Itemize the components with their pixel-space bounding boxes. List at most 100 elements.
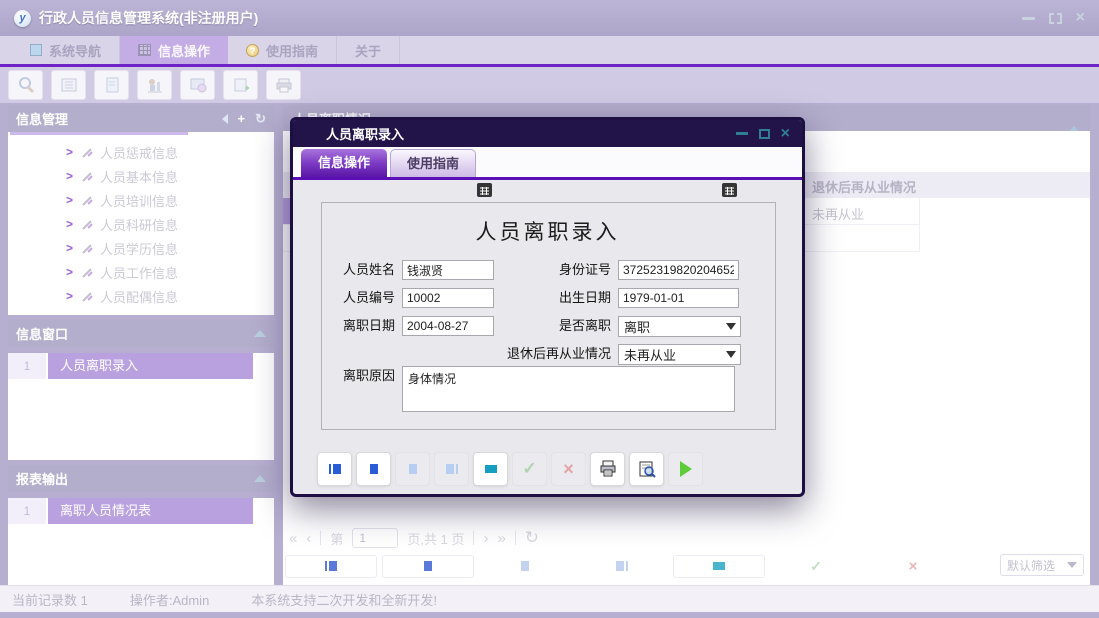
dialog-titlebar[interactable]: 人员离职录入 × [293, 120, 802, 147]
collapse-up-icon[interactable] [254, 475, 266, 482]
dialog-resignation-entry: 人员离职录入 × 信息操作 使用指南 人员离职录入 人员姓名 身份证号 人员编号… [290, 117, 805, 497]
dialog-tab-info-operation[interactable]: 信息操作 [301, 149, 387, 177]
collapse-up-icon[interactable] [1068, 111, 1080, 133]
document-icon [103, 76, 121, 94]
name-label: 人员姓名 [321, 260, 395, 280]
post-retire-select[interactable]: 未再从业 [618, 344, 741, 365]
prev-record-button[interactable] [382, 555, 474, 578]
column-header: 退休后再从业情况 [812, 177, 916, 196]
main-tabbar: 系统导航 信息操作 ? 使用指南 关于 [0, 36, 1099, 64]
tree-item-discipline[interactable]: > 人员惩戒信息 [8, 140, 274, 164]
tree-item-basic[interactable]: > 人员基本信息 [8, 164, 274, 188]
reason-label: 离职原因 [321, 366, 395, 386]
print-button[interactable] [590, 452, 625, 486]
first-record-button[interactable] [317, 452, 352, 486]
is-resigned-select[interactable]: 离职 [618, 316, 741, 337]
next-record-button[interactable] [479, 555, 571, 578]
reason-textarea[interactable]: 身体情况 [402, 366, 735, 412]
tab-info-operation[interactable]: 信息操作 [120, 36, 228, 64]
tree-item-education[interactable]: > 人员学历信息 [8, 236, 274, 260]
collapse-left-icon[interactable] [222, 114, 228, 124]
tree-item-research[interactable]: > 人员科研信息 [8, 212, 274, 236]
leave-date-input[interactable] [402, 316, 494, 336]
panel-header-report[interactable]: 报表输出 [8, 465, 274, 492]
print-preview-button[interactable] [629, 452, 664, 486]
last-page-icon[interactable]: » [497, 530, 505, 547]
list-item[interactable]: 1 离职人员情况表 [8, 498, 274, 524]
dialog-close-icon[interactable]: × [781, 127, 790, 141]
record-add-button[interactable] [223, 70, 258, 100]
dialog-title: 人员离职录入 [326, 124, 404, 143]
page-number-input[interactable] [352, 528, 398, 548]
edit-record-button[interactable] [473, 452, 508, 486]
last-record-button[interactable] [576, 555, 668, 578]
edit-record-button[interactable] [673, 555, 765, 578]
tree-item-work[interactable]: > 人员工作信息 [8, 260, 274, 284]
panel-title: 信息管理 [16, 109, 68, 128]
printer-tool-button[interactable] [266, 70, 301, 100]
item-label[interactable]: 离职人员情况表 [48, 498, 253, 524]
refresh-icon[interactable]: ↻ [525, 528, 539, 548]
last-record-button[interactable] [434, 452, 469, 486]
confirm-button[interactable]: ✓ [770, 555, 862, 578]
chevron-down-icon [1067, 562, 1077, 568]
document-button[interactable] [94, 70, 129, 100]
monitor-view-button[interactable] [180, 70, 215, 100]
dialog-minimize-icon[interactable] [736, 132, 748, 135]
close-icon[interactable]: × [1076, 11, 1085, 25]
tool-icon [81, 266, 94, 279]
refresh-icon[interactable]: ↻ [255, 111, 266, 127]
tool-icon [81, 146, 94, 159]
tree-item-label: 人员基本信息 [100, 167, 178, 186]
prev-record-button[interactable] [356, 452, 391, 486]
name-input[interactable] [402, 260, 494, 280]
record-add-icon [232, 76, 250, 94]
cancel-button[interactable]: × [551, 452, 586, 486]
person-report-button[interactable] [137, 70, 172, 100]
tree-item-label: 人员科研信息 [100, 215, 178, 234]
filter-dropdown[interactable]: 默认筛选 [1000, 554, 1084, 576]
next-record-button[interactable] [395, 452, 430, 486]
calendar-icon[interactable] [720, 181, 738, 199]
tree-item-label: 人员学历信息 [100, 239, 178, 258]
tab-system-nav[interactable]: 系统导航 [12, 36, 120, 64]
item-label[interactable]: 人员离职录入 [48, 353, 253, 379]
calendar-icon[interactable] [475, 181, 493, 199]
dialog-maximize-icon[interactable] [759, 129, 770, 139]
birth-date-input[interactable] [618, 288, 739, 308]
add-icon[interactable]: + [238, 111, 246, 126]
id-number-input[interactable] [618, 260, 739, 280]
prev-page-icon[interactable]: ‹ [306, 530, 311, 547]
dialog-tabbar: 信息操作 使用指南 [293, 147, 802, 177]
search-tool-button[interactable] [8, 70, 43, 100]
dialog-button-row: ✓ × [317, 452, 703, 486]
panel-header-info-manage[interactable]: 信息管理 + ↻ [8, 105, 274, 132]
dialog-tab-user-guide[interactable]: 使用指南 [390, 149, 476, 177]
id-number-label: 身份证号 [503, 260, 611, 280]
employee-no-input[interactable] [402, 288, 494, 308]
confirm-button[interactable]: ✓ [512, 452, 547, 486]
printer-icon [599, 460, 617, 478]
execute-button[interactable] [668, 452, 703, 486]
tab-about[interactable]: 关于 [337, 36, 400, 64]
restore-icon[interactable] [1049, 13, 1062, 24]
print-preview-icon [638, 460, 656, 478]
cancel-button[interactable]: × [867, 555, 959, 578]
next-page-icon[interactable]: › [483, 530, 488, 547]
grid-icon [138, 44, 151, 56]
chevron-down-icon [726, 351, 736, 358]
panel-header-info-window[interactable]: 信息窗口 [8, 320, 274, 347]
form-view-button[interactable] [51, 70, 86, 100]
page-prefix-label: 第 [330, 529, 343, 548]
last-record-icon [446, 464, 454, 474]
collapse-up-icon[interactable] [254, 330, 266, 337]
first-page-icon[interactable]: « [289, 530, 297, 547]
tab-user-guide[interactable]: ? 使用指南 [228, 36, 337, 64]
leave-date-label: 离职日期 [321, 316, 395, 336]
list-item[interactable]: 1 人员离职录入 [8, 353, 274, 379]
tree-item-training[interactable]: > 人员培训信息 [8, 188, 274, 212]
first-record-button[interactable] [285, 555, 377, 578]
tree-item-spouse[interactable]: > 人员配偶信息 [8, 284, 274, 308]
prev-record-icon [424, 561, 432, 571]
minimize-icon[interactable] [1022, 17, 1035, 20]
